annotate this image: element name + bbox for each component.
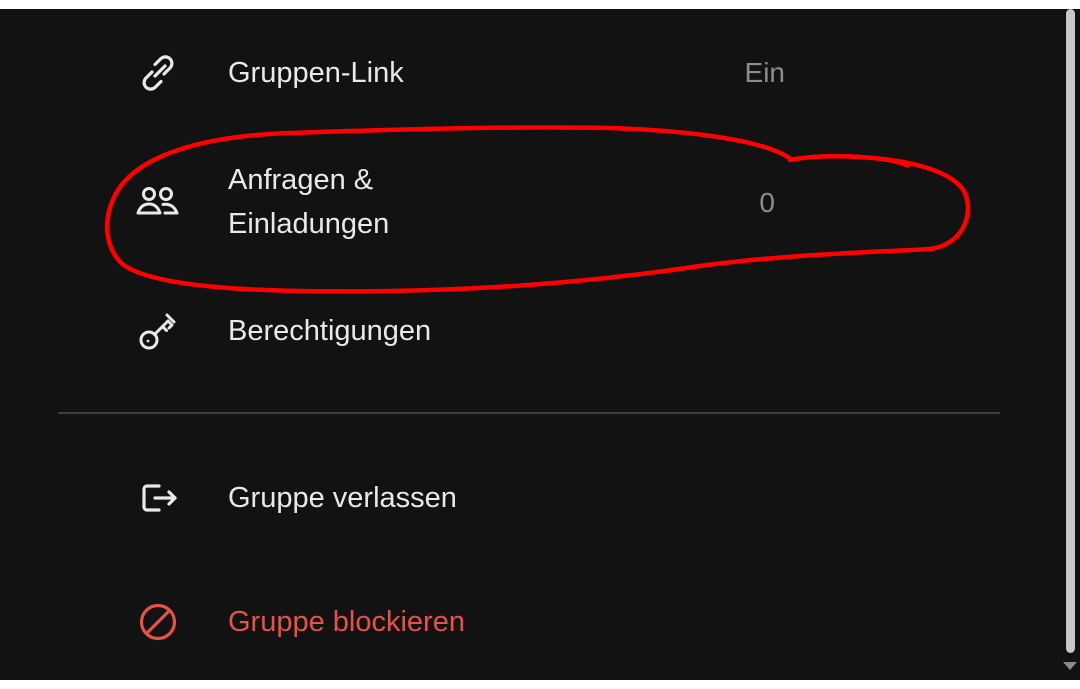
group-link-row[interactable]: Gruppen-Link Ein <box>110 33 810 113</box>
scrollbar-thumb[interactable] <box>1066 9 1075 653</box>
key-icon <box>132 305 184 357</box>
leave-group-row[interactable]: Gruppe verlassen <box>110 458 810 538</box>
link-icon <box>132 47 184 99</box>
permissions-label: Berechtigungen <box>228 315 432 347</box>
block-group-label: Gruppe blockieren <box>228 606 465 638</box>
scroll-down-arrow-icon[interactable] <box>1063 662 1077 670</box>
section-divider <box>58 412 1000 414</box>
permissions-row[interactable]: Berechtigungen <box>110 291 810 371</box>
leave-icon <box>132 472 184 524</box>
leave-group-label: Gruppe verlassen <box>228 482 457 514</box>
block-group-row[interactable]: Gruppe blockieren <box>110 582 810 662</box>
requests-invitations-row[interactable]: Anfragen & Einladungen 0 <box>110 158 810 250</box>
block-icon <box>132 596 184 648</box>
group-link-value: Ein <box>744 57 785 88</box>
people-icon <box>132 176 184 228</box>
requests-count: 0 <box>759 187 775 218</box>
requests-invitations-label: Anfragen & Einladungen <box>228 164 390 240</box>
group-link-label: Gruppen-Link <box>228 57 404 89</box>
